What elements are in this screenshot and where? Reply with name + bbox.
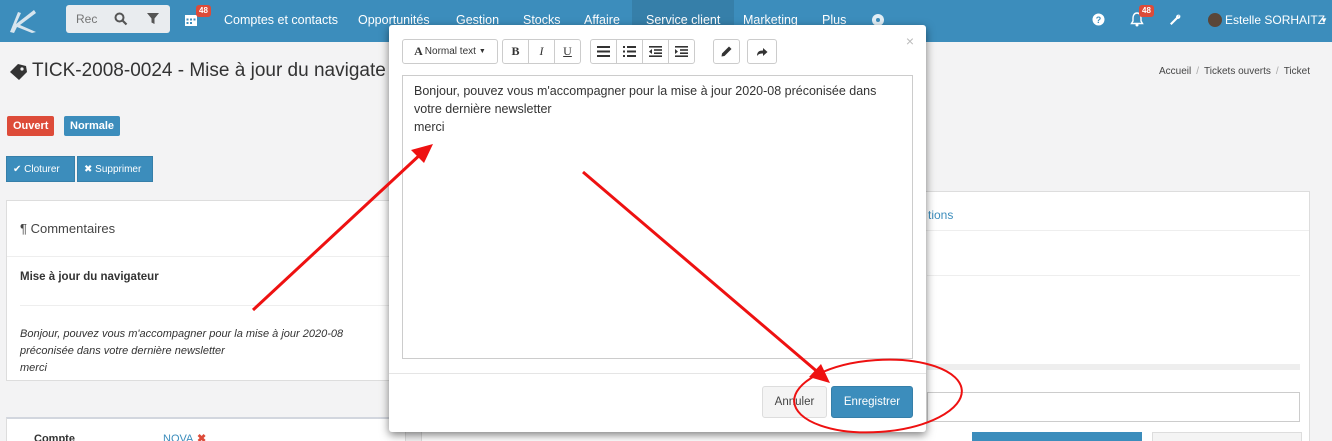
annotation-overlay bbox=[251, 144, 963, 434]
annotation-arrow-line bbox=[582, 170, 821, 376]
annotation-circle bbox=[793, 358, 963, 434]
annotation-arrow-line bbox=[251, 150, 425, 312]
